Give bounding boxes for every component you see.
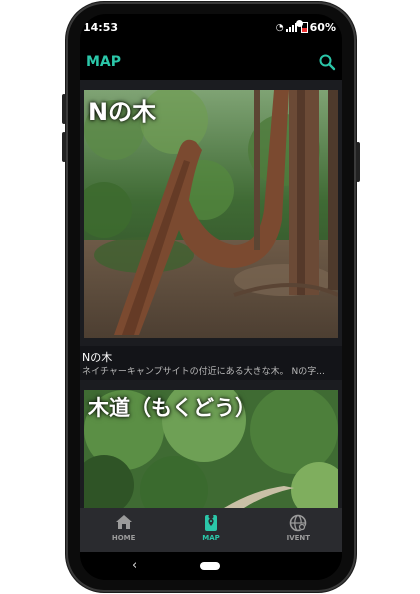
- spot-name: Nの木: [82, 351, 113, 364]
- map-pin-icon: [203, 514, 219, 536]
- spot-card[interactable]: 木道（もくどう）: [80, 390, 342, 508]
- phone-frame: 14:53 ◔ 60% MAP Nの木 Nの木 ネイチャーキャンプサイトの付近に…: [62, 2, 360, 592]
- nav-item-map[interactable]: MAP: [167, 508, 254, 552]
- search-icon[interactable]: [318, 53, 336, 71]
- status-icons: ◔ 60%: [276, 21, 336, 34]
- notch: [136, 14, 303, 40]
- spot-image-title: Nの木: [88, 98, 157, 126]
- page-title: MAP: [86, 54, 122, 70]
- battery-icon: [300, 22, 308, 33]
- volume-button: [62, 132, 66, 162]
- nav-item-event[interactable]: IVENT: [255, 508, 342, 552]
- spot-description: ネイチャーキャンプサイトの付近にある大きな木。 Nの字...: [82, 367, 325, 377]
- system-navigation-bar: ‹: [80, 552, 342, 580]
- home-pill[interactable]: [200, 562, 220, 570]
- nav-label: IVENT: [286, 534, 311, 542]
- nav-label: MAP: [202, 534, 220, 542]
- volume-button: [62, 94, 66, 124]
- home-icon: [115, 514, 133, 534]
- spot-photo[interactable]: 木道（もくどう）: [84, 390, 338, 508]
- spot-card[interactable]: Nの木 Nの木 ネイチャーキャンプサイトの付近にある大きな木。 Nの字...: [80, 80, 342, 380]
- spot-info: Nの木 ネイチャーキャンプサイトの付近にある大きな木。 Nの字...: [80, 346, 342, 380]
- globe-icon: [289, 514, 307, 536]
- app-bar: MAP: [80, 44, 342, 80]
- status-time: 14:53: [83, 21, 119, 34]
- spot-photo[interactable]: Nの木: [84, 90, 338, 338]
- back-icon[interactable]: ‹: [132, 558, 137, 573]
- spot-list[interactable]: Nの木 Nの木 ネイチャーキャンプサイトの付近にある大きな木。 Nの字... 木…: [80, 80, 342, 508]
- nav-label: HOME: [111, 534, 136, 542]
- screen: 14:53 ◔ 60% MAP Nの木 Nの木 ネイチャーキャンプサイトの付近に…: [80, 14, 342, 580]
- signal-icon: [285, 23, 297, 32]
- nav-item-home[interactable]: HOME: [80, 508, 167, 552]
- status-bar: 14:53 ◔ 60%: [80, 14, 342, 44]
- n-tree-photo: [84, 90, 338, 338]
- battery-percent: 60%: [309, 21, 336, 34]
- bottom-navigation: HOME MAP IVENT: [80, 508, 342, 552]
- power-button: [356, 142, 360, 182]
- wifi-icon: ◔: [275, 22, 284, 33]
- spot-image-title: 木道（もくどう）: [88, 396, 256, 420]
